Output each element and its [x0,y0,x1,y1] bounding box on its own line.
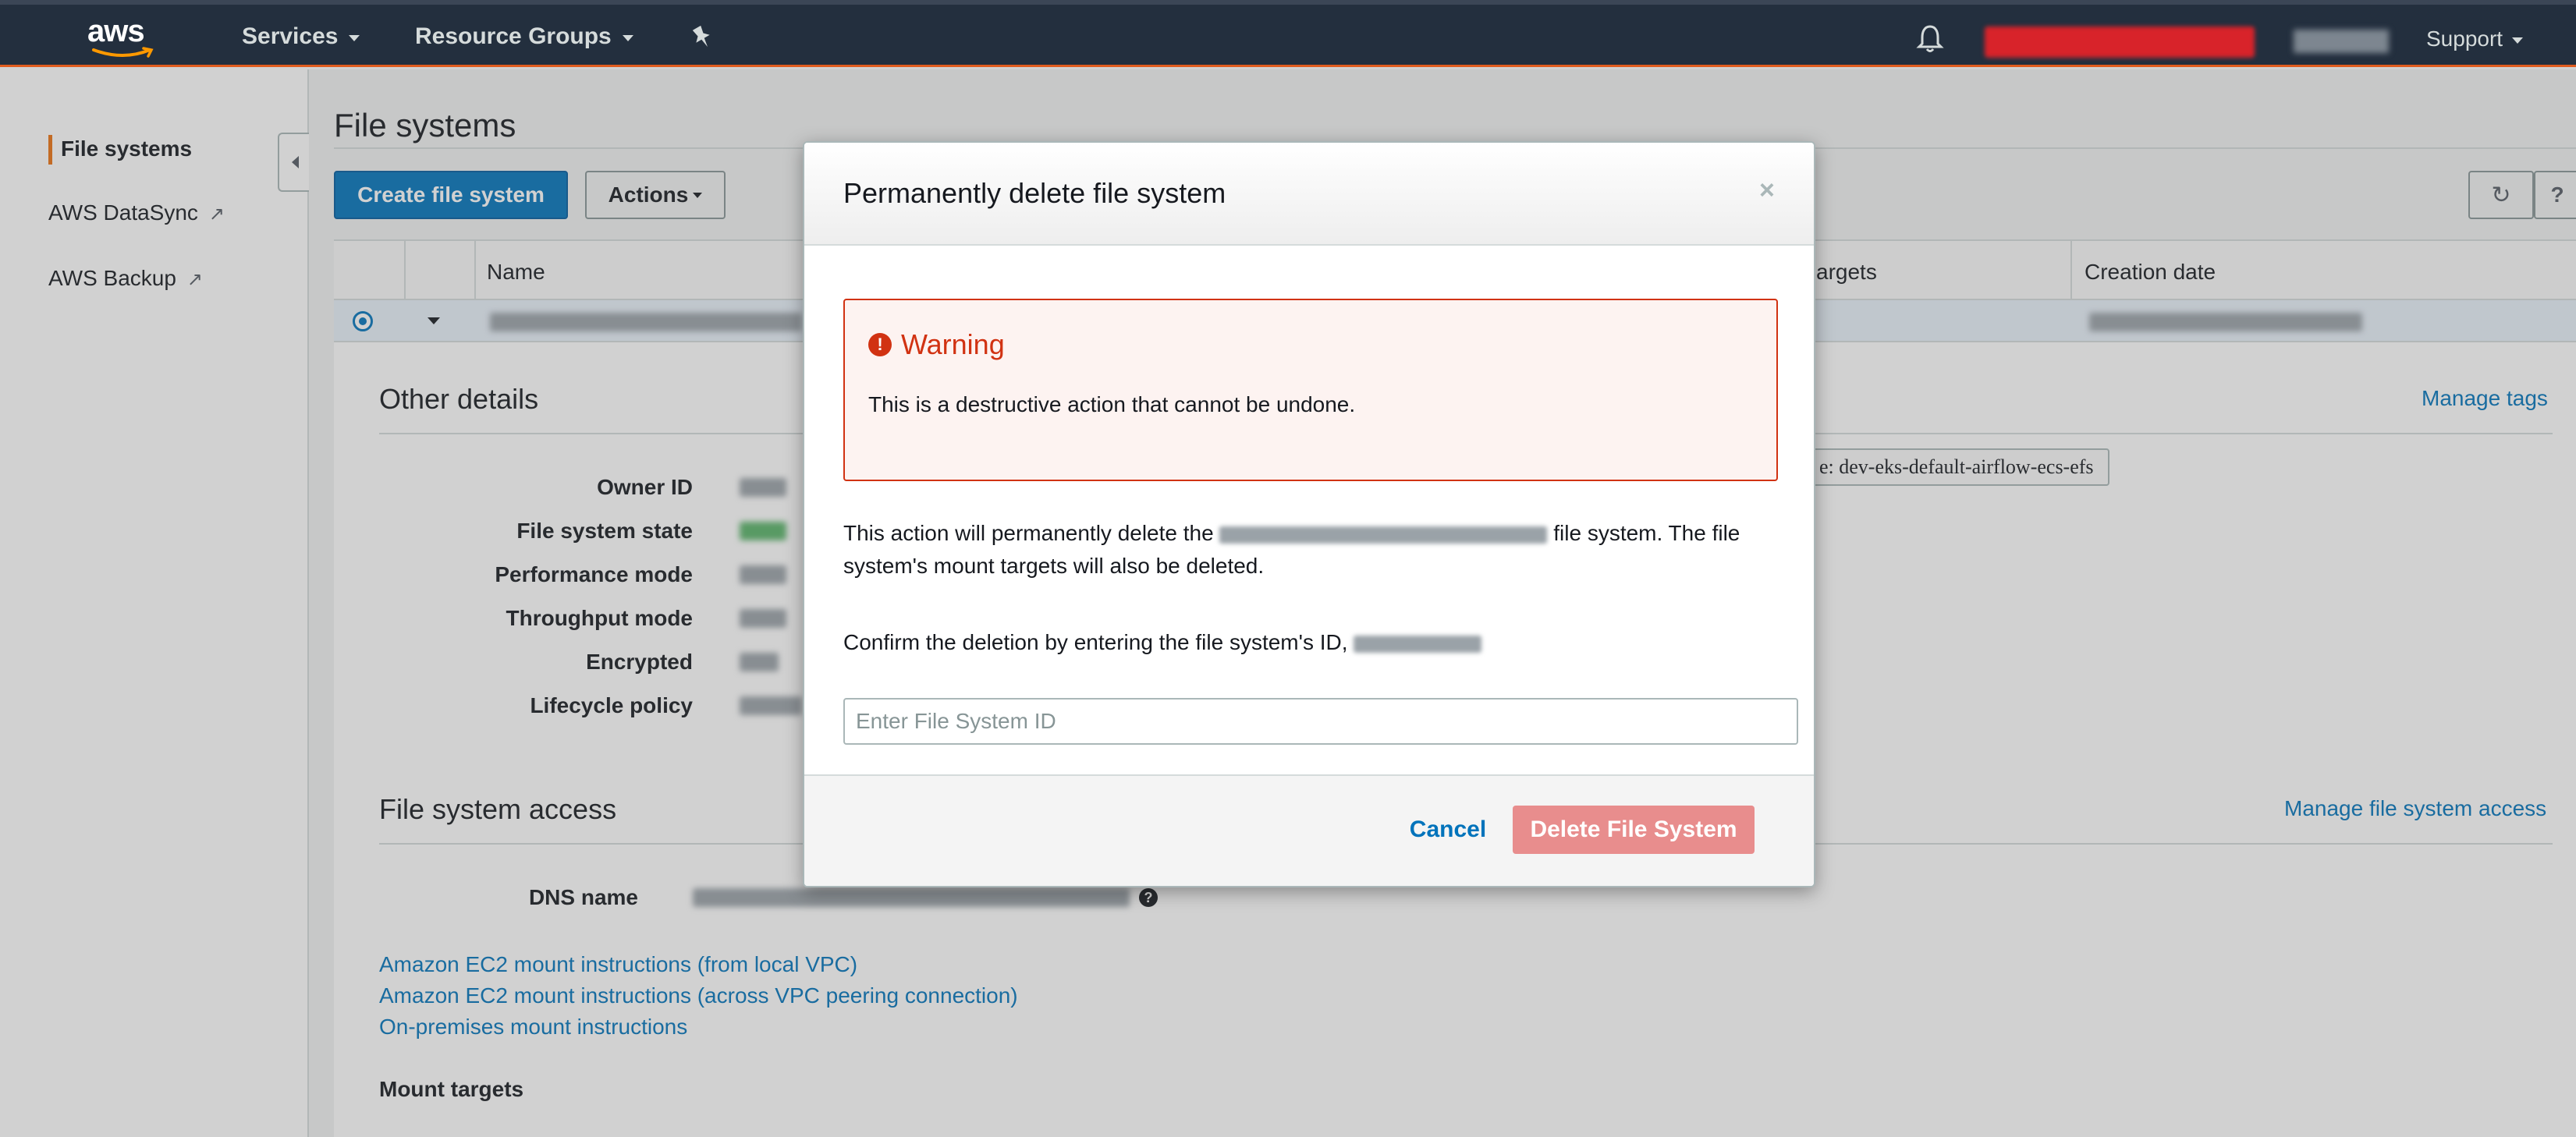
exclamation-circle-icon: ! [868,333,892,356]
delete-file-system-button[interactable]: Delete File System [1513,806,1755,854]
dialog-footer: Cancel Delete File System [804,774,1814,886]
warning-heading: ! Warning [868,328,1005,361]
dialog-title: Permanently delete file system [843,177,1226,209]
resource-groups-menu[interactable]: Resource Groups [415,23,633,50]
redacted-region[interactable] [2294,30,2389,53]
resource-groups-label: Resource Groups [415,23,612,49]
services-label: Services [242,23,339,49]
services-menu[interactable]: Services [242,23,360,50]
redacted-file-system-id [1354,635,1482,653]
redacted-account-name[interactable] [1985,27,2255,58]
aws-logo-text: aws [87,14,145,48]
redacted-file-system-name [1219,526,1548,544]
chevron-down-icon [2512,37,2524,44]
notifications-bell-icon[interactable] [1916,23,1944,58]
file-system-id-input[interactable] [843,698,1798,745]
delete-description: This action will permanently delete the … [843,517,1779,583]
cancel-button[interactable]: Cancel [1397,806,1499,854]
chevron-down-icon [622,35,633,41]
warning-message: This is a destructive action that cannot… [868,392,1356,416]
pin-icon[interactable] [691,25,713,56]
top-navigation-bar: aws Services Resource Groups Support [0,0,2576,67]
aws-smile-icon [92,47,154,58]
warning-title: Warning [901,328,1005,360]
confirm-instruction-text: Confirm the deletion by entering the fil… [843,630,1348,654]
support-label: Support [2426,27,2503,51]
close-icon[interactable]: × [1759,175,1775,206]
dialog-header: Permanently delete file system × [804,143,1814,246]
aws-logo[interactable]: aws [87,16,158,62]
warning-alert: ! Warning This is a destructive action t… [843,299,1778,481]
delete-file-system-dialog: Permanently delete file system × ! Warni… [803,141,1815,887]
chevron-down-icon [349,35,360,41]
delete-description-prefix: This action will permanently delete the [843,521,1214,545]
confirm-instruction: Confirm the deletion by entering the fil… [843,626,1779,659]
support-menu[interactable]: Support [2426,27,2524,51]
